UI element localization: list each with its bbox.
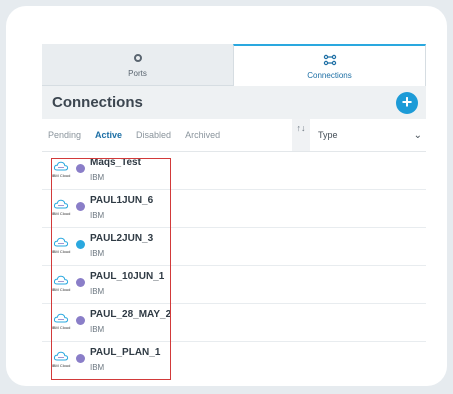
connections-header: Connections + <box>42 86 426 119</box>
logo-text: IBM Cloud <box>51 325 71 330</box>
status-badge <box>76 164 85 173</box>
connection-name: PAUL_28_MAY_2 <box>90 309 172 320</box>
ibm-cloud-logo: IBM Cloud <box>50 348 72 370</box>
connection-row-3[interactable]: IBM Cloud PAUL2JUN_3 IBM <box>42 228 426 266</box>
status-badge <box>76 202 85 211</box>
connection-provider: IBM <box>90 363 105 372</box>
tab-ports-label: Ports <box>128 69 147 78</box>
status-filter-bar: Pending Active Disabled Archived ↑↓ Type… <box>42 119 426 152</box>
type-select[interactable]: Type ⌄ <box>318 119 426 151</box>
logo-text: IBM Cloud <box>51 363 71 368</box>
connection-list: IBM Cloud Maqs_Test IBM IBM Cloud PAUL1J… <box>42 152 426 374</box>
connection-row-1[interactable]: IBM Cloud Maqs_Test IBM <box>42 152 426 190</box>
content-card: Ports Connections Connections + Pending … <box>6 6 447 386</box>
status-badge <box>76 354 85 363</box>
status-badge <box>76 316 85 325</box>
ibm-cloud-logo: IBM Cloud <box>50 234 72 256</box>
sort-button[interactable]: ↑↓ <box>292 119 310 151</box>
logo-text: IBM Cloud <box>51 173 71 178</box>
connection-provider: IBM <box>90 249 105 258</box>
connection-row-5[interactable]: IBM Cloud PAUL_28_MAY_2 IBM <box>42 304 426 342</box>
connection-name: PAUL_10JUN_1 <box>90 271 165 282</box>
connection-provider: IBM <box>90 325 105 334</box>
connection-row-4[interactable]: IBM Cloud PAUL_10JUN_1 IBM <box>42 266 426 304</box>
sort-icon: ↑↓ <box>296 123 306 133</box>
cloud-icon <box>53 275 69 285</box>
filter-disabled[interactable]: Disabled <box>136 130 171 140</box>
cloud-icon <box>53 313 69 323</box>
cloud-icon <box>53 351 69 361</box>
ibm-cloud-logo: IBM Cloud <box>50 196 72 218</box>
status-badge <box>76 240 85 249</box>
status-badge <box>76 278 85 287</box>
connection-row-6[interactable]: IBM Cloud PAUL_PLAN_1 IBM <box>42 342 426 374</box>
logo-text: IBM Cloud <box>51 211 71 216</box>
tab-ports[interactable]: Ports <box>42 44 233 86</box>
type-select-label: Type <box>318 130 338 140</box>
ibm-cloud-logo: IBM Cloud <box>50 272 72 294</box>
ibm-cloud-logo: IBM Cloud <box>50 310 72 332</box>
connection-name: PAUL_PLAN_1 <box>90 347 161 358</box>
tab-bar: Ports Connections <box>42 44 426 86</box>
tab-connections-label: Connections <box>307 70 352 80</box>
connection-name: Maqs_Test <box>90 157 141 168</box>
logo-text: IBM Cloud <box>51 287 71 292</box>
chevron-down-icon: ⌄ <box>413 129 422 141</box>
connection-name: PAUL2JUN_3 <box>90 233 154 244</box>
connection-provider: IBM <box>90 211 105 220</box>
ibm-cloud-logo: IBM Cloud <box>50 158 72 180</box>
tab-connections[interactable]: Connections <box>233 44 426 86</box>
connection-row-2[interactable]: IBM Cloud PAUL1JUN_6 IBM <box>42 190 426 228</box>
connection-name: PAUL1JUN_6 <box>90 195 154 206</box>
filter-pending[interactable]: Pending <box>48 130 81 140</box>
connections-panel: Ports Connections Connections + Pending … <box>42 44 426 374</box>
filter-active[interactable]: Active <box>95 130 122 140</box>
add-connection-button[interactable]: + <box>396 91 418 114</box>
logo-text: IBM Cloud <box>51 249 71 254</box>
cloud-icon <box>53 237 69 247</box>
ports-circle-icon <box>133 54 142 62</box>
page-title: Connections <box>52 94 143 111</box>
cloud-icon <box>53 199 69 209</box>
filter-archived[interactable]: Archived <box>185 130 220 140</box>
connections-icon <box>323 54 336 65</box>
cloud-icon <box>53 161 69 171</box>
connection-provider: IBM <box>90 173 105 182</box>
connection-provider: IBM <box>90 287 105 296</box>
